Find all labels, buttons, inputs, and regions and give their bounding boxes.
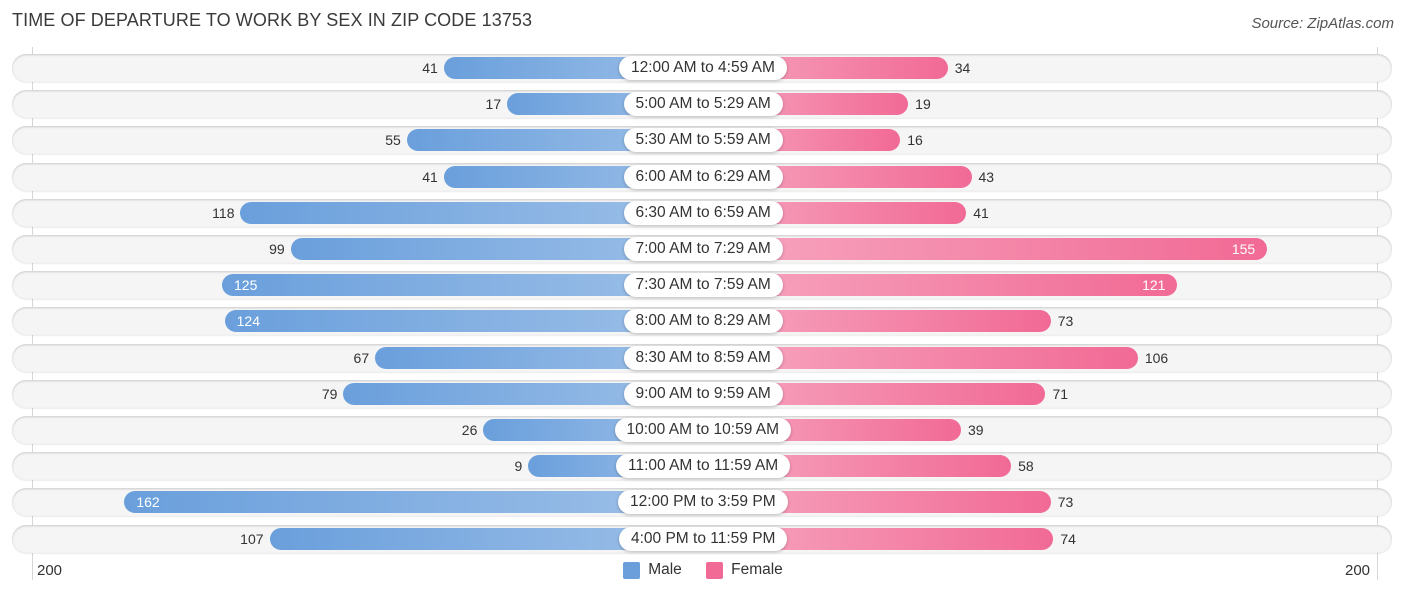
female-value-label: 58 <box>1018 458 1034 475</box>
category-label: 8:00 AM to 8:29 AM <box>623 309 783 334</box>
male-value-label: 9 <box>514 458 523 475</box>
category-label: 10:00 AM to 10:59 AM <box>614 418 792 442</box>
female-value-label: 155 <box>1231 241 1256 257</box>
category-label: 8:30 AM to 8:59 AM <box>623 345 783 370</box>
female-value-label: 19 <box>915 96 931 113</box>
female-value-label: 71 <box>1052 385 1069 402</box>
category-label: 5:30 AM to 5:59 AM <box>623 128 783 153</box>
male-value-label: 17 <box>485 96 502 113</box>
male-value-label: 162 <box>136 494 160 511</box>
female-bar[interactable] <box>703 238 1268 260</box>
category-label: 7:30 AM to 7:59 AM <box>623 273 783 298</box>
legend: Male Female <box>0 561 1406 584</box>
female-swatch-icon <box>706 561 724 579</box>
legend-label-female: Female <box>731 561 783 578</box>
female-value-label: 73 <box>1057 313 1074 330</box>
source-label: Source: ZipAtlas.com <box>1251 15 1394 32</box>
male-swatch-icon <box>623 561 641 579</box>
male-value-label: 55 <box>385 132 401 149</box>
category-label: 6:00 AM to 6:29 AM <box>623 164 783 189</box>
female-value-label: 106 <box>1144 349 1169 366</box>
category-label: 5:00 AM to 5:29 AM <box>623 92 783 117</box>
male-value-label: 41 <box>422 168 438 185</box>
male-value-label: 79 <box>321 385 338 402</box>
female-value-label: 43 <box>978 168 995 185</box>
male-value-label: 67 <box>353 349 370 366</box>
female-value-label: 39 <box>967 422 984 438</box>
category-label: 11:00 AM to 11:59 AM <box>616 454 791 479</box>
female-value-label: 41 <box>973 204 989 221</box>
category-label: 4:00 PM to 11:59 PM <box>619 526 788 551</box>
category-label: 6:30 AM to 6:59 AM <box>623 200 783 225</box>
male-value-label: 118 <box>212 204 235 221</box>
female-value-label: 74 <box>1060 530 1076 547</box>
female-value-label: 34 <box>954 60 971 76</box>
male-value-label: 26 <box>461 422 478 438</box>
female-value-label: 73 <box>1057 494 1074 511</box>
category-label: 7:00 AM to 7:29 AM <box>623 237 783 261</box>
female-value-label: 16 <box>907 132 923 149</box>
male-value-label: 41 <box>422 60 438 76</box>
chart-title: TIME OF DEPARTURE TO WORK BY SEX IN ZIP … <box>12 10 533 30</box>
legend-item-female[interactable]: Female <box>706 561 783 579</box>
male-value-label: 107 <box>240 530 264 547</box>
category-label: 12:00 PM to 3:59 PM <box>618 490 788 515</box>
female-value-label: 121 <box>1142 277 1166 294</box>
male-bar[interactable] <box>124 491 703 514</box>
male-value-label: 124 <box>236 313 260 330</box>
male-value-label: 99 <box>269 241 285 257</box>
category-label: 9:00 AM to 9:59 AM <box>623 381 783 406</box>
male-value-label: 125 <box>234 277 258 294</box>
category-label: 12:00 AM to 4:59 AM <box>619 56 787 80</box>
legend-item-male[interactable]: Male <box>623 561 682 579</box>
legend-label-male: Male <box>648 561 682 578</box>
